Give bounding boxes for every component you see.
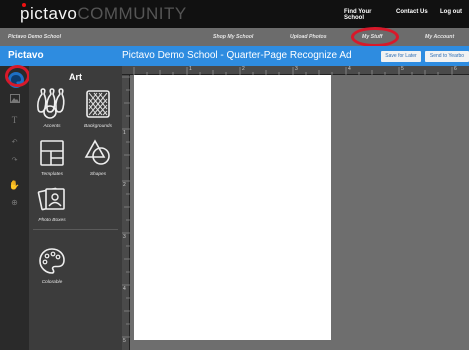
templates-tile[interactable]: Templates xyxy=(29,138,75,177)
save-for-later-button[interactable]: Save for Later xyxy=(381,51,421,62)
nav-log-out[interactable]: Log out xyxy=(440,9,467,15)
ruler-left-label-5: 5 xyxy=(123,338,126,344)
templates-label: Templates xyxy=(41,172,63,177)
editor-app: pictavoCOMMUNITY Find Your School Contac… xyxy=(0,0,469,350)
art-panel: Art Accents Backgrounds Templates Shapes… xyxy=(29,66,122,350)
zoom-icon[interactable]: ⊕ xyxy=(0,196,29,210)
accents-tile[interactable]: Accents xyxy=(29,88,75,129)
colorable-tile[interactable]: Colorable xyxy=(29,246,75,285)
backgrounds-tile[interactable]: Backgrounds xyxy=(75,88,121,129)
design-page[interactable] xyxy=(134,75,331,340)
ruler-left-label-2: 2 xyxy=(123,182,126,188)
photo-boxes-tile[interactable]: Photo Boxes xyxy=(29,184,75,223)
colorable-label: Colorable xyxy=(41,280,63,285)
my-stuff-highlight xyxy=(351,27,399,47)
photo-boxes-icon xyxy=(37,187,65,211)
send-to-yearbook-button[interactable]: Send to Yearbo xyxy=(425,51,469,62)
image-tool-icon[interactable] xyxy=(0,93,29,107)
redo-tool-icon[interactable]: ↷ xyxy=(0,154,29,168)
pictavo-logo[interactable]: pictavoCOMMUNITY xyxy=(20,3,187,24)
ruler-top-label-5: 5 xyxy=(401,66,404,72)
undo-tool-icon[interactable]: ↶ xyxy=(0,136,29,150)
subnav-my-account[interactable]: My Account xyxy=(425,34,454,40)
logo-dot xyxy=(22,3,26,7)
ruler-top-label-6: 6 xyxy=(454,66,457,72)
shapes-icon xyxy=(84,139,110,165)
ruler-top-label-3: 3 xyxy=(295,66,298,72)
shapes-label: Shapes xyxy=(89,172,107,177)
ruler-left-label-3: 3 xyxy=(123,234,126,240)
ruler-top-label-4: 4 xyxy=(348,66,351,72)
top-ruler: 1 2 3 4 5 6 xyxy=(122,66,469,75)
logo-main-text: pictavo xyxy=(20,4,78,23)
subnav-upload-photos[interactable]: Upload Photos xyxy=(290,34,327,40)
photo-boxes-label: Photo Boxes xyxy=(38,218,66,223)
tool-rail: T ↶ ↷ ✋ ⊕ xyxy=(0,66,29,350)
art-panel-title: Art xyxy=(69,72,82,82)
subnav-school-name: Pictavo Demo School xyxy=(8,34,62,40)
subnav-shop[interactable]: Shop My School xyxy=(213,34,253,40)
templates-icon xyxy=(40,140,64,166)
shapes-tile[interactable]: Shapes xyxy=(75,138,121,177)
accents-label: Accents xyxy=(43,124,61,129)
panel-divider xyxy=(33,229,118,230)
ruler-left-label-4: 4 xyxy=(123,286,126,292)
app-name: Pictavo xyxy=(8,50,44,61)
ruler-top-label-2: 2 xyxy=(242,66,245,72)
top-header: pictavoCOMMUNITY Find Your School Contac… xyxy=(0,0,469,28)
nav-contact-us[interactable]: Contact Us xyxy=(396,9,434,15)
editor-title-bar: Pictavo Pictavo Demo School - Quarter-Pa… xyxy=(0,46,469,66)
backgrounds-label: Backgrounds xyxy=(84,124,112,129)
document-title: Pictavo Demo School - Quarter-Page Recog… xyxy=(122,50,352,61)
bowling-pins-icon xyxy=(37,88,65,119)
pan-hand-icon[interactable]: ✋ xyxy=(0,178,29,192)
backgrounds-icon xyxy=(86,90,110,118)
ruler-left-label-1: 1 xyxy=(123,130,126,136)
logo-sub-text: COMMUNITY xyxy=(77,4,187,23)
ruler-top-label-1: 1 xyxy=(189,66,192,72)
nav-find-school[interactable]: Find Your School xyxy=(344,9,390,21)
palette-icon xyxy=(39,248,65,274)
art-tool-highlight xyxy=(5,65,30,87)
left-ruler: 1 2 3 4 5 xyxy=(122,75,130,350)
text-tool-icon[interactable]: T xyxy=(0,113,29,127)
